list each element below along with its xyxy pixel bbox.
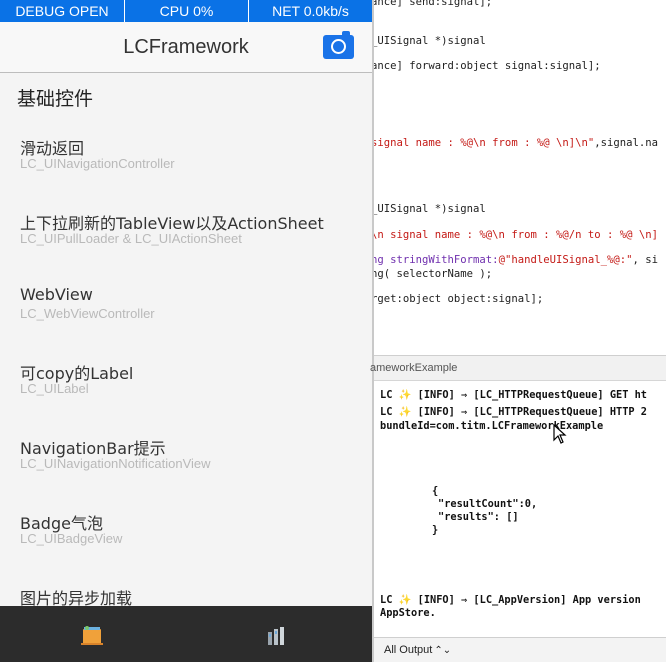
code-line: ng stringWithFormat:@"handleUISignal_%@:… xyxy=(374,254,659,266)
list-item-subtitle: LC_UIPullLoader & LC_UIActionSheet xyxy=(20,231,242,246)
console-header: ameworkExample xyxy=(370,355,666,381)
page-title: LCFramework xyxy=(123,36,249,58)
list-item[interactable]: 上下拉刷新的TableView以及ActionSheet LC_UIPullLo… xyxy=(0,195,372,270)
list-item[interactable]: WebView LC_WebViewController xyxy=(0,270,372,345)
log-line: LC ✨ [INFO] ⇒ [LC_AppVersion] App versio… xyxy=(380,594,641,606)
log-line: } xyxy=(432,524,439,536)
code-line: ance] send:signal]; xyxy=(374,0,493,8)
navigation-bar: LCFramework xyxy=(0,22,372,73)
log-line: "resultCount":0, xyxy=(438,498,538,510)
list-item-subtitle: LC_WebViewController xyxy=(20,306,155,321)
list-item-subtitle: LC_UINavigationNotificationView xyxy=(20,456,211,471)
console-output[interactable]: LC ✨ [INFO] ⇒ [LC_HTTPRequestQueue] GET … xyxy=(374,381,666,637)
code-line: ance] forward:object signal:signal]; xyxy=(374,60,601,72)
debug-status-bar: DEBUG OPEN CPU 0% NET 0.0kb/s xyxy=(0,0,372,22)
log-line: "results": [] xyxy=(438,511,519,523)
chevron-updown-icon: ⌃⌄ xyxy=(434,645,452,656)
output-filter-label: All Output xyxy=(384,644,433,656)
list-item[interactable]: NavigationBar提示 LC_UINavigationNotificat… xyxy=(0,420,372,495)
mouse-cursor-icon xyxy=(553,424,567,444)
log-line: LC ✨ [INFO] ⇒ [LC_HTTPRequestQueue] HTTP… xyxy=(380,406,648,418)
console-footer: All Output ⌃⌄ xyxy=(374,637,666,662)
list-item[interactable]: 可copy的Label LC_UILabel xyxy=(0,345,372,420)
code-line: \n signal name : %@\n from : %@/n to : %… xyxy=(374,229,659,241)
code-line: _UISignal *)signal xyxy=(374,35,486,47)
code-line: signal name : %@\n from : %@ \n]\n",sign… xyxy=(374,137,659,149)
camera-icon[interactable] xyxy=(323,31,354,59)
log-line: AppStore. xyxy=(380,607,436,619)
tab-bar xyxy=(0,606,372,662)
list-item-subtitle: LC_UILabel xyxy=(20,381,89,396)
section-header: 基础控件 xyxy=(17,88,94,110)
book-icon[interactable] xyxy=(78,624,106,648)
list-item-subtitle: LC_UINavigationController xyxy=(20,156,175,171)
list-item[interactable]: Badge气泡 LC_UIBadgeView xyxy=(0,495,372,570)
cpu-status: CPU 0% xyxy=(124,0,248,22)
list-item-title: WebView xyxy=(20,285,93,304)
code-line: _UISignal *)signal xyxy=(374,203,486,215)
debug-status[interactable]: DEBUG OPEN xyxy=(0,0,124,22)
run-target-label: ameworkExample xyxy=(370,362,458,374)
code-line: rget:object object:signal]; xyxy=(374,293,544,305)
log-line: LC ✨ [INFO] ⇒ [LC_HTTPRequestQueue] GET … xyxy=(380,389,648,401)
bars-icon[interactable] xyxy=(262,624,292,648)
net-status: NET 0.0kb/s xyxy=(248,0,372,22)
list-item[interactable]: 滑动返回 LC_UINavigationController xyxy=(0,120,372,195)
log-line: bundleId=com.titm.LCFrameworkExample xyxy=(380,420,604,432)
log-line: { xyxy=(432,485,439,497)
list-item-subtitle: LC_UIBadgeView xyxy=(20,531,123,546)
output-filter-select[interactable]: All Output ⌃⌄ xyxy=(384,644,451,656)
simulator-screen: DEBUG OPEN CPU 0% NET 0.0kb/s LCFramewor… xyxy=(0,0,372,662)
code-line: ng( selectorName ); xyxy=(374,268,493,280)
code-editor[interactable]: ance] send:signal]; _UISignal *)signal a… xyxy=(374,0,666,355)
